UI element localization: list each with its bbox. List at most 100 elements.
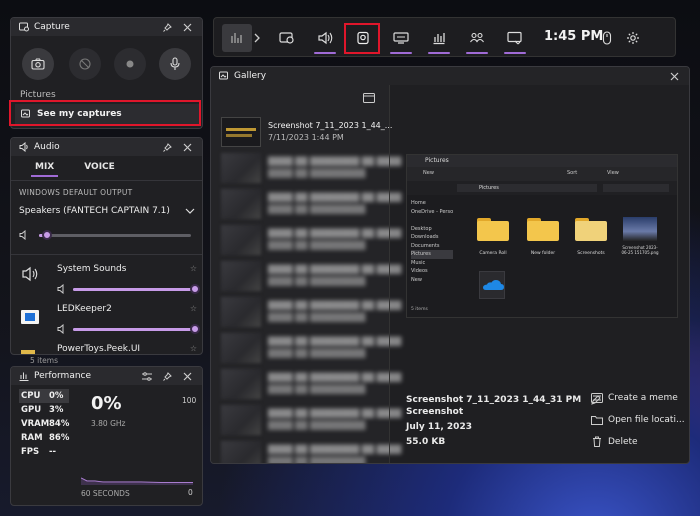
capture-icon	[19, 22, 29, 32]
open-file-location-button[interactable]: Open file locati...	[591, 415, 685, 425]
onedrive-icon	[479, 271, 505, 299]
gallery-item[interactable]: ████ ██ ████████ ██ ████ ████ ██ ████████…	[221, 333, 401, 367]
meme-icon	[591, 393, 603, 403]
preview-sidebar-item: Documents	[411, 242, 440, 249]
metric-key: FPS	[21, 447, 40, 457]
gallery-item[interactable]: ████ ██ ████████ ██ ████ ████ ██ ████████…	[221, 153, 401, 187]
metric-cpu[interactable]: CPU 0%	[19, 389, 70, 403]
performance-chart-icon	[19, 372, 29, 381]
see-captures-highlight	[9, 100, 201, 126]
close-icon	[183, 23, 191, 31]
close-button[interactable]	[180, 140, 194, 154]
settings-button[interactable]	[618, 24, 648, 52]
graph-min-label: 0	[188, 488, 193, 497]
gallery-item[interactable]: ████ ██ ████████ ██ ████ ████ ██ ████████…	[221, 297, 401, 331]
gallery-item-selected[interactable]: Screenshot 7_11_2023 1_44_... 7/11/2023 …	[221, 117, 392, 151]
display-widget-button[interactable]	[386, 24, 416, 54]
start-recording-button[interactable]	[114, 48, 146, 80]
gallery-item[interactable]: ████ ██ ████████ ██ ████ ████ ██ ████████…	[221, 189, 401, 223]
pin-button[interactable]	[160, 369, 174, 383]
game-bar-toolbar: 1:45 PM	[213, 17, 676, 57]
create-meme-button[interactable]: Create a meme	[591, 393, 678, 403]
metric-gpu[interactable]: GPU 3%	[19, 403, 69, 417]
preview-folder-label: Camera Roll	[479, 251, 507, 256]
app-volume-knob[interactable]	[190, 324, 200, 334]
ledkeeper-app-icon	[21, 310, 39, 324]
xbox-social-button[interactable]	[462, 24, 492, 54]
app-volume-knob[interactable]	[190, 284, 200, 294]
window-icon	[363, 93, 375, 103]
metric-ram[interactable]: RAM 86%	[19, 431, 69, 445]
delete-button[interactable]: Delete	[591, 436, 638, 447]
favorite-star-icon[interactable]: ☆	[190, 304, 197, 313]
master-volume-slider[interactable]	[39, 230, 191, 240]
preview-folder-icon	[477, 217, 509, 241]
audio-widget: Audio MIX VOICE WINDOWS DEFAULT OUTPUT S…	[10, 137, 203, 355]
pictures-label: Pictures	[20, 90, 56, 100]
pin-button[interactable]	[160, 140, 174, 154]
metric-key: RAM	[21, 433, 43, 443]
capture-widget-button[interactable]	[272, 24, 302, 52]
gallery-item[interactable]: ████ ██ ████████ ██ ████ ████ ██ ████████…	[221, 225, 401, 259]
volume-icon	[57, 324, 64, 334]
widget-menu-icon	[231, 33, 242, 43]
close-button[interactable]	[180, 20, 194, 34]
close-button[interactable]	[180, 369, 194, 383]
pin-icon	[162, 371, 172, 381]
record-last-button[interactable]	[69, 48, 101, 80]
expand-chevron[interactable]	[248, 24, 266, 52]
preview-folder-label: New folder	[530, 251, 556, 256]
tab-voice[interactable]: VOICE	[84, 162, 115, 172]
pin-button[interactable]	[160, 20, 174, 34]
app-volume-slider[interactable]	[73, 284, 200, 294]
active-indicator	[428, 52, 450, 54]
output-device-select[interactable]: Speakers (FANTECH CAPTAIN 7.1)	[19, 206, 195, 216]
view-toggle-button[interactable]	[363, 93, 375, 103]
active-indicator	[390, 52, 412, 54]
close-button[interactable]	[667, 69, 681, 83]
delete-label: Delete	[608, 436, 638, 447]
monitor-icon	[393, 32, 409, 44]
metric-fps[interactable]: FPS --	[19, 445, 69, 459]
audio-widget-button[interactable]	[310, 24, 340, 54]
gallery-button-highlight	[344, 23, 380, 54]
gallery-item[interactable]: ████ ██ ████████ ██ ████ ████ ██ ████████…	[221, 405, 401, 439]
preview-sidebar-item: Home	[411, 200, 426, 206]
performance-options-button[interactable]	[140, 369, 154, 383]
favorite-star-icon[interactable]: ☆	[190, 264, 197, 273]
active-indicator	[504, 52, 526, 54]
metric-key: CPU	[21, 391, 41, 401]
preview-sidebar-item: Desktop	[411, 225, 432, 232]
master-volume-knob[interactable]	[41, 230, 52, 240]
app-row-system-sounds: System Sounds ☆	[19, 262, 200, 296]
performance-widget-button[interactable]	[424, 24, 454, 54]
items-count: 5 items	[30, 356, 59, 365]
gallery-icon	[219, 71, 228, 80]
gallery-window: Gallery Screenshot 7_11_2023 1_44_... 7/…	[210, 66, 690, 464]
folder-icon	[591, 416, 603, 425]
preview-sidebar-item: New	[411, 276, 422, 283]
cpu-usage-graph	[81, 477, 193, 485]
gallery-item[interactable]: ████ ██ ████████ ██ ████ ████ ██ ████████…	[221, 261, 401, 295]
resources-widget-button[interactable]	[500, 24, 530, 54]
favorite-star-icon[interactable]: ☆	[190, 344, 197, 353]
app-volume-slider[interactable]	[73, 324, 200, 334]
gallery-item-name: Screenshot 7_11_2023 1_44_...	[268, 121, 393, 130]
thumbnail	[221, 117, 261, 147]
gallery-item[interactable]: ████ ██ ████████ ██ ████ ████ ██ ████████…	[221, 369, 401, 403]
microphone-button[interactable]	[159, 48, 191, 80]
speaker-icon	[318, 31, 333, 45]
pin-icon	[162, 22, 172, 32]
settings-sliders-icon	[142, 371, 152, 381]
powertoys-app-icon	[21, 350, 35, 354]
metric-value: 86%	[49, 433, 70, 443]
preview-file-label: Screenshot 2023-06-25 151705.png	[621, 245, 659, 255]
metric-vram[interactable]: VRAM 84%	[19, 417, 69, 431]
performance-metrics-list: CPU 0% GPU 3% VRAM 84% RAM 86% FPS --	[19, 389, 70, 459]
screenshot-button[interactable]	[22, 48, 54, 80]
tab-mix[interactable]: MIX	[30, 162, 59, 177]
gallery-item[interactable]: ████ ██ ████████ ██ ████ ████ ██ ████████…	[221, 441, 401, 463]
metric-value: 84%	[49, 419, 70, 429]
app-volume-fill	[73, 328, 195, 331]
performance-chart-icon	[433, 33, 445, 45]
